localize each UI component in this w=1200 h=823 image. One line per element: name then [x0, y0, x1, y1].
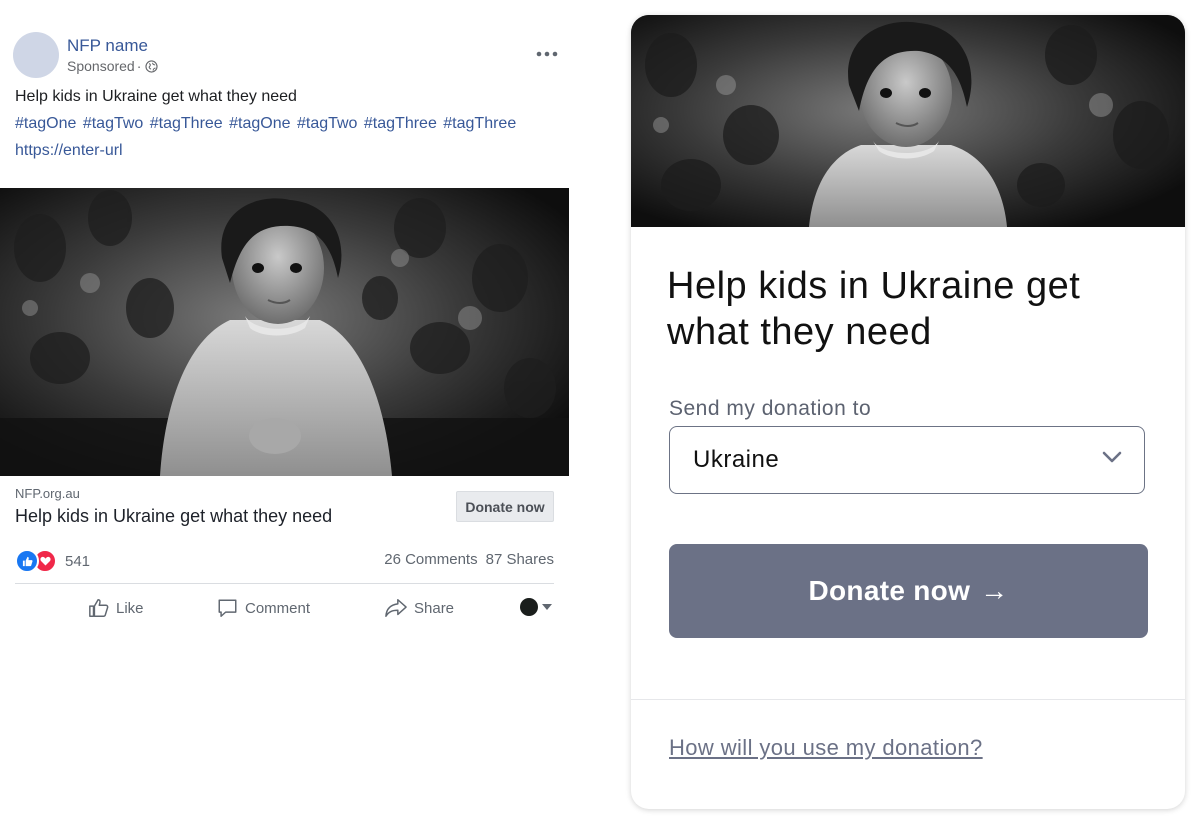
card-hero-photo — [631, 15, 1185, 227]
comment-label: Comment — [245, 599, 311, 617]
reaction-count: 541 — [65, 552, 91, 570]
child-photo-image — [0, 188, 569, 476]
arrow-right-icon: → — [980, 575, 1009, 606]
donate-now-cta-button[interactable]: Donate now — [456, 491, 554, 522]
card-divider — [631, 699, 1185, 700]
post-hashtags[interactable]: #tagOne #tagTwo #tagThree #tagOne #tagTw… — [15, 115, 516, 133]
donation-destination-label: Send my donation to — [669, 397, 872, 420]
profile-dot-icon — [520, 598, 538, 616]
donation-destination-select[interactable]: Ukraine — [669, 426, 1145, 494]
donate-now-label: Donate now — [808, 575, 971, 606]
action-bar-divider — [15, 583, 554, 584]
share-button[interactable]: Share — [384, 594, 454, 622]
share-arrow-icon — [385, 599, 407, 617]
caret-down-icon — [542, 604, 552, 610]
sponsored-label: Sponsored — [67, 58, 135, 74]
post-text: Help kids in Ukraine get what they need — [15, 88, 297, 105]
engagement-counts: 26 Comments 87 Shares — [384, 551, 554, 568]
like-reaction-icon — [15, 549, 39, 573]
share-label: Share — [414, 599, 455, 617]
thumbs-up-icon — [89, 599, 109, 617]
facebook-ad-post: NFP name Sponsored · Help kids in Ukrain… — [0, 0, 570, 823]
chevron-down-icon — [1102, 451, 1122, 463]
card-heading: Help kids in Ukraine get what they need — [667, 265, 1081, 353]
reaction-summary[interactable]: 541 — [15, 549, 90, 573]
page-avatar[interactable] — [13, 32, 59, 78]
shares-count[interactable]: 87 Shares — [486, 551, 554, 568]
donate-now-button[interactable]: Donate now → — [669, 544, 1148, 638]
donation-usage-link[interactable]: How will you use my donation? — [669, 735, 983, 761]
more-options-icon[interactable] — [533, 44, 561, 64]
meta-separator: · — [136, 58, 142, 74]
post-as-selector[interactable] — [520, 598, 552, 616]
ad-photo[interactable] — [0, 188, 569, 476]
link-headline[interactable]: Help kids in Ukraine get what they need — [15, 506, 332, 527]
globe-icon — [145, 59, 158, 73]
child-photo-image — [631, 15, 1185, 227]
donation-landing-card: Help kids in Ukraine get what they need … — [631, 15, 1185, 809]
post-meta: Sponsored · — [67, 58, 158, 74]
comment-bubble-icon — [218, 599, 237, 617]
like-button[interactable]: Like — [88, 594, 144, 622]
selected-country: Ukraine — [693, 446, 780, 473]
like-label: Like — [116, 599, 144, 617]
comment-button[interactable]: Comment — [216, 594, 310, 622]
post-url-link[interactable]: https://enter-url — [15, 142, 123, 160]
link-domain: NFP.org.au — [15, 486, 80, 501]
comments-count[interactable]: 26 Comments — [384, 551, 477, 568]
page-name[interactable]: NFP name — [67, 36, 148, 56]
